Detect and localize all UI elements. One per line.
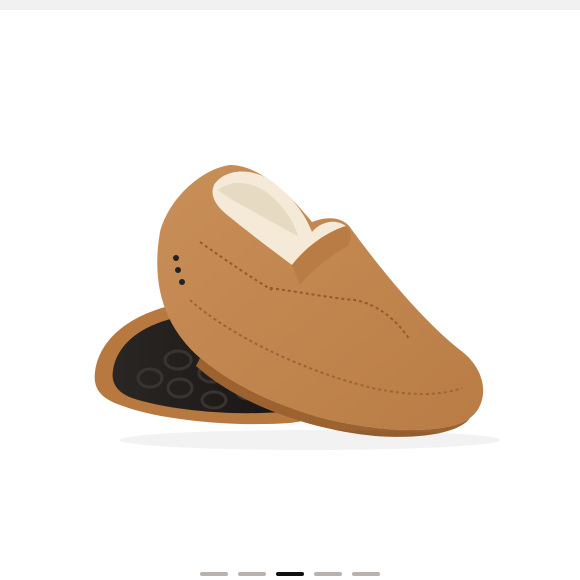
product-image-viewer (0, 0, 580, 580)
pager-dot-1[interactable] (200, 572, 228, 576)
pager-dot-3[interactable] (276, 572, 304, 576)
image-pager (0, 572, 580, 578)
slipper-pair-image (94, 165, 500, 450)
top-strip (0, 0, 580, 10)
floor-shadow (120, 430, 500, 450)
pager-dot-4[interactable] (314, 572, 342, 576)
pager-dot-5[interactable] (352, 572, 380, 576)
pager-dot-2[interactable] (238, 572, 266, 576)
